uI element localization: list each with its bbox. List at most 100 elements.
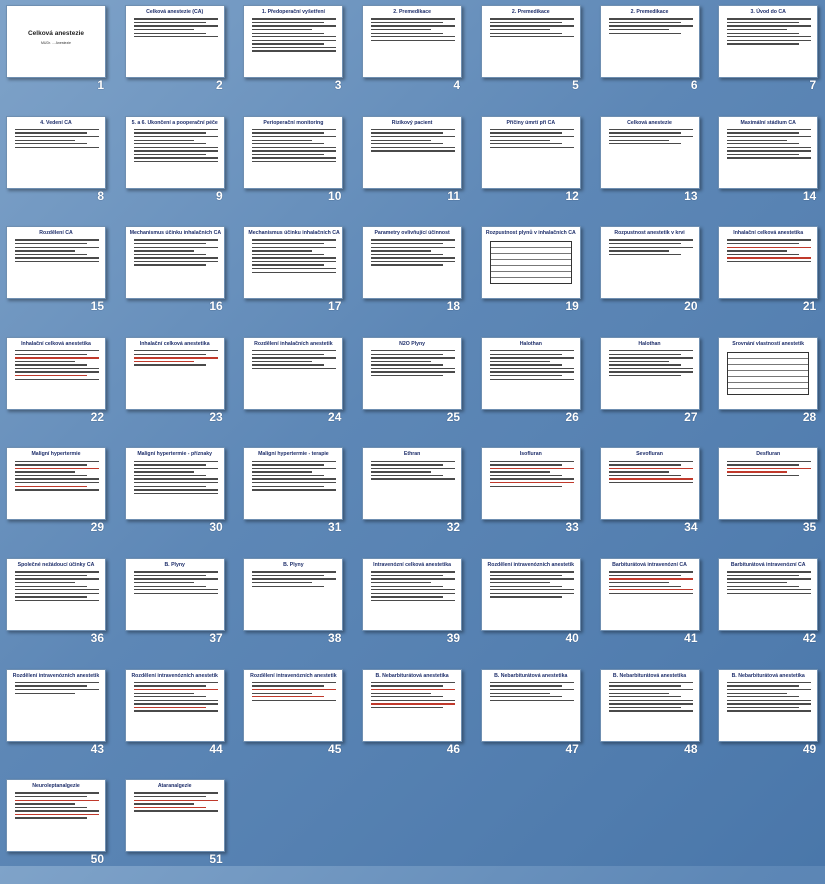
text-line <box>15 367 99 370</box>
text-line <box>133 146 218 149</box>
slide-thumbnail[interactable]: Srovnání vlastností anestetik <box>718 336 819 410</box>
slide-thumbnail[interactable]: Rozpustnost anestetik v krvi <box>599 226 700 300</box>
slide-title: Celková anestezie (CA) <box>146 9 204 15</box>
text-line <box>371 696 444 698</box>
text-line <box>371 585 444 587</box>
slide-thumbnail[interactable]: Perioperační monitoring <box>243 115 344 189</box>
text-line <box>252 578 337 580</box>
slide-thumbnail[interactable]: Rozdělení intravenózních anestetik <box>480 558 581 631</box>
slide-number: 45 <box>328 741 342 756</box>
text-line <box>727 685 800 687</box>
slide-thumbnail[interactable]: Celková anestezie <box>599 115 700 189</box>
slide-thumbnail[interactable]: 2. Premedikace <box>599 5 700 78</box>
text-line <box>133 467 218 470</box>
slide-thumbnail[interactable]: 5. a 6. Ukončení a pooperační péče <box>124 115 225 189</box>
slide-thumbnail[interactable]: Ethran <box>362 447 463 521</box>
text-line <box>608 132 681 134</box>
slide-title: Maligní hypertermie - příznaky <box>137 451 213 458</box>
text-line <box>252 460 337 462</box>
text-line <box>371 253 444 256</box>
text-line <box>727 18 812 20</box>
slide-thumbnail[interactable]: B. Plyny <box>243 558 344 631</box>
text-line <box>15 478 99 480</box>
text-line <box>727 146 812 149</box>
slide-thumbnail[interactable]: Isofluran <box>480 447 581 521</box>
text-line <box>252 157 337 159</box>
slide-thumbnail[interactable]: Rozdělení inhalačních anestetik <box>243 336 344 410</box>
slide-thumbnail[interactable]: Inhalační celková anestetika <box>6 336 106 410</box>
slide-thumbnail[interactable]: Barbiturátová intravenózní CA <box>718 558 819 631</box>
text-line <box>727 589 812 591</box>
slide-thumbnail[interactable]: Barbiturátová intravenózní CA <box>599 558 700 631</box>
slide-cell: Příčiny úmrtí při CA 12 <box>475 111 593 221</box>
slide-thumbnail[interactable]: Celková anestezie MUDr. ... Anestezie <box>6 5 106 78</box>
slide-thumbnail[interactable]: Rozpustnost plynů v inhalačních CA <box>480 226 581 300</box>
text-line <box>371 250 432 252</box>
text-line <box>371 464 444 466</box>
slide-thumbnail[interactable]: Rizikový pacient <box>362 115 463 189</box>
slide-thumbnail[interactable]: Maligní hypertermie - příznaky <box>124 447 225 521</box>
slide-thumbnail[interactable]: Inhalační celková anestetika <box>124 336 225 410</box>
slide-thumbnail[interactable]: Parametry ovlivňující účinnost <box>362 226 463 300</box>
slide-thumbnail[interactable]: Rozdělení intravenózních anestetik <box>124 668 225 742</box>
slide-thumbnail[interactable]: Maximální stádium CA <box>718 115 819 189</box>
text-line <box>15 795 87 798</box>
slide-thumbnail[interactable]: Halothan <box>599 336 700 410</box>
slide-thumbnail[interactable]: Sevofluran <box>599 447 700 521</box>
slide-thumbnail[interactable]: Mechanismus účinku inhalačních CA <box>243 226 344 300</box>
text-line <box>15 260 99 263</box>
slide-thumbnail[interactable]: Společné nežádoucí účinky CA <box>6 558 106 631</box>
text-line <box>489 360 550 363</box>
slide-thumbnail[interactable]: Celková anestezie (CA) <box>124 5 225 78</box>
text-line <box>133 795 206 798</box>
slide-thumbnail[interactable]: Ataranalgezie <box>124 779 225 853</box>
slide-thumbnail[interactable]: 1. Předoperační vyšetření <box>243 5 344 78</box>
slide-thumbnail[interactable]: Rozdělení intravenózních anestetik <box>6 668 106 742</box>
slide-thumbnail[interactable]: Rozdělení CA <box>6 226 106 300</box>
slide-title: Celková anestezie <box>27 30 84 37</box>
text-line <box>133 485 206 488</box>
text-line <box>252 39 337 42</box>
text-line <box>371 467 456 470</box>
text-line <box>727 574 800 577</box>
slide-cell: 4. Vedení CA 8 <box>0 111 118 221</box>
slide-thumbnail[interactable]: 2. Premedikace <box>480 5 581 78</box>
text-line <box>133 471 194 473</box>
text-line <box>252 246 337 248</box>
slide-thumbnail[interactable]: Halothan <box>480 336 581 410</box>
text-line <box>15 571 99 573</box>
text-line <box>489 685 562 687</box>
slide-thumbnail[interactable]: Maligní hypertermie - terapie <box>243 447 344 521</box>
slide-thumbnail[interactable]: Neuroleptanalgezie <box>6 779 106 853</box>
slide-thumbnail[interactable]: Intravenózní celková anestetika <box>362 558 463 631</box>
slide-thumbnail[interactable]: Desfluran <box>718 447 819 521</box>
slide-title: Inhalační celková anestetika <box>21 340 91 347</box>
text-line <box>133 460 218 462</box>
slide-thumbnail[interactable]: B. Plyny <box>124 558 225 631</box>
slide-thumbnail[interactable]: B. Nebarbiturátová anestetika <box>480 668 581 742</box>
text-line <box>252 699 337 702</box>
text-line <box>727 474 800 477</box>
text-line <box>727 703 812 705</box>
text-line <box>489 135 574 138</box>
slide-thumbnail[interactable]: Inhalační celková anestetika <box>718 226 819 300</box>
slide-number: 39 <box>446 631 461 645</box>
slide-thumbnail[interactable]: B. Nebarbiturátová anestetika <box>718 668 819 742</box>
text-line <box>489 28 550 31</box>
slide-thumbnail[interactable]: B. Nebarbiturátová anestetika <box>362 668 463 742</box>
slide-thumbnail[interactable]: Mechanismus účinku inhalačních CA <box>124 226 225 300</box>
slide-thumbnail[interactable]: Maligní hypertermie <box>6 447 106 521</box>
text-line <box>608 574 681 577</box>
text-line <box>252 239 337 241</box>
slide-thumbnail[interactable]: 2. Premedikace <box>362 5 463 78</box>
slide-title: Inhalační celková anestetika <box>733 230 804 237</box>
slide-thumbnail[interactable]: 3. Úvod do CA <box>718 5 819 78</box>
slide-thumbnail[interactable]: Příčiny úmrtí při CA <box>480 115 581 189</box>
slide-thumbnail[interactable]: N2O Plyny <box>362 336 463 410</box>
slide-thumbnail[interactable]: B. Nebarbiturátová anestetika <box>599 668 700 742</box>
text-line <box>15 139 75 141</box>
slide-thumbnail[interactable]: Rozdělení intravenózních anestetik <box>243 668 344 742</box>
text-line <box>133 360 194 363</box>
slide-number: 10 <box>328 188 342 203</box>
slide-thumbnail[interactable]: 4. Vedení CA <box>6 115 106 189</box>
